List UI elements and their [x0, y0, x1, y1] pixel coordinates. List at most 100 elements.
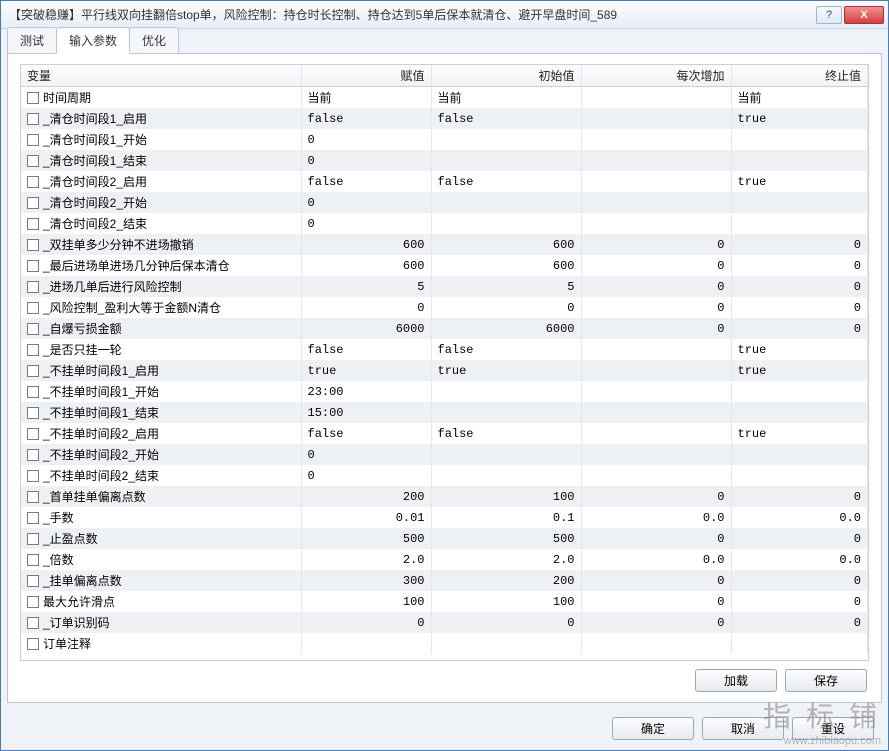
param-value[interactable]: 0	[301, 129, 431, 150]
param-name-cell[interactable]: _清仓时间段2_启用	[21, 171, 301, 192]
param-value[interactable]: 5	[301, 276, 431, 297]
table-row[interactable]: _不挂单时间段1_结束15:00	[21, 402, 868, 423]
param-step[interactable]	[581, 87, 731, 109]
param-initial[interactable]: 当前	[431, 87, 581, 109]
checkbox-icon[interactable]	[27, 575, 39, 587]
param-value[interactable]: 600	[301, 255, 431, 276]
table-row[interactable]: _止盈点数50050000	[21, 528, 868, 549]
param-stop[interactable]: 0	[731, 276, 868, 297]
checkbox-icon[interactable]	[27, 260, 39, 272]
param-value[interactable]: 200	[301, 486, 431, 507]
param-initial[interactable]: 6000	[431, 318, 581, 339]
param-step[interactable]: 0.0	[581, 507, 731, 528]
checkbox-icon[interactable]	[27, 155, 39, 167]
param-step[interactable]	[581, 339, 731, 360]
param-initial[interactable]: 0	[431, 612, 581, 633]
param-step[interactable]	[581, 360, 731, 381]
param-value[interactable]: 0	[301, 213, 431, 234]
checkbox-icon[interactable]	[27, 176, 39, 188]
param-value[interactable]: 100	[301, 591, 431, 612]
param-value[interactable]: 23:00	[301, 381, 431, 402]
param-step[interactable]: 0	[581, 528, 731, 549]
checkbox-icon[interactable]	[27, 554, 39, 566]
param-value[interactable]: 0	[301, 612, 431, 633]
param-stop[interactable]	[731, 402, 868, 423]
param-name-cell[interactable]: _订单识别码	[21, 612, 301, 633]
param-value[interactable]: 600	[301, 234, 431, 255]
close-button[interactable]: X	[844, 6, 884, 24]
col-value[interactable]: 赋值	[301, 65, 431, 87]
tab-inputs[interactable]: 输入参数	[56, 27, 130, 54]
table-row[interactable]: _双挂单多少分钟不进场撤销60060000	[21, 234, 868, 255]
param-initial[interactable]: 100	[431, 486, 581, 507]
checkbox-icon[interactable]	[27, 302, 39, 314]
col-stop[interactable]: 终止值	[731, 65, 868, 87]
param-stop[interactable]	[731, 129, 868, 150]
param-step[interactable]	[581, 633, 731, 654]
param-value[interactable]: false	[301, 423, 431, 444]
col-variable[interactable]: 变量	[21, 65, 301, 87]
param-name-cell[interactable]: _倍数	[21, 549, 301, 570]
param-initial[interactable]: false	[431, 423, 581, 444]
param-step[interactable]	[581, 381, 731, 402]
param-initial[interactable]: 200	[431, 570, 581, 591]
param-value[interactable]: 300	[301, 570, 431, 591]
checkbox-icon[interactable]	[27, 365, 39, 377]
param-stop[interactable]: 0	[731, 297, 868, 318]
param-step[interactable]: 0.0	[581, 549, 731, 570]
param-name-cell[interactable]: 订单注释	[21, 633, 301, 654]
table-row[interactable]: _不挂单时间段2_开始0	[21, 444, 868, 465]
param-stop[interactable]	[731, 381, 868, 402]
load-button[interactable]: 加载	[695, 669, 777, 692]
param-value[interactable]: false	[301, 171, 431, 192]
checkbox-icon[interactable]	[27, 197, 39, 209]
param-initial[interactable]	[431, 213, 581, 234]
param-initial[interactable]: true	[431, 360, 581, 381]
checkbox-icon[interactable]	[27, 92, 39, 104]
table-row[interactable]: _订单识别码0000	[21, 612, 868, 633]
param-stop[interactable]	[731, 213, 868, 234]
table-row[interactable]: _进场几单后进行风险控制5500	[21, 276, 868, 297]
param-name-cell[interactable]: _双挂单多少分钟不进场撤销	[21, 234, 301, 255]
param-step[interactable]: 0	[581, 318, 731, 339]
param-name-cell[interactable]: _清仓时间段2_结束	[21, 213, 301, 234]
param-step[interactable]: 0	[581, 255, 731, 276]
tab-test[interactable]: 测试	[7, 27, 57, 53]
table-row[interactable]: _不挂单时间段1_开始23:00	[21, 381, 868, 402]
param-step[interactable]: 0	[581, 276, 731, 297]
param-name-cell[interactable]: _不挂单时间段2_启用	[21, 423, 301, 444]
param-value[interactable]: 500	[301, 528, 431, 549]
param-value[interactable]	[301, 633, 431, 654]
checkbox-icon[interactable]	[27, 533, 39, 545]
param-initial[interactable]: false	[431, 339, 581, 360]
param-step[interactable]	[581, 150, 731, 171]
checkbox-icon[interactable]	[27, 239, 39, 251]
param-value[interactable]: true	[301, 360, 431, 381]
table-row[interactable]: _自爆亏损金额6000600000	[21, 318, 868, 339]
param-value[interactable]: 0	[301, 444, 431, 465]
param-step[interactable]	[581, 108, 731, 129]
checkbox-icon[interactable]	[27, 386, 39, 398]
checkbox-icon[interactable]	[27, 638, 39, 650]
param-name-cell[interactable]: 最大允许滑点	[21, 591, 301, 612]
param-step[interactable]: 0	[581, 612, 731, 633]
param-name-cell[interactable]: _挂单偏离点数	[21, 570, 301, 591]
param-stop[interactable]: 当前	[731, 87, 868, 109]
param-step[interactable]: 0	[581, 297, 731, 318]
checkbox-icon[interactable]	[27, 113, 39, 125]
param-stop[interactable]: 0.0	[731, 507, 868, 528]
param-initial[interactable]: 600	[431, 234, 581, 255]
param-name-cell[interactable]: _清仓时间段1_结束	[21, 150, 301, 171]
param-initial[interactable]: false	[431, 108, 581, 129]
param-initial[interactable]	[431, 633, 581, 654]
param-stop[interactable]	[731, 192, 868, 213]
table-row[interactable]: _清仓时间段1_启用falsefalsetrue	[21, 108, 868, 129]
cancel-button[interactable]: 取消	[702, 717, 784, 740]
param-stop[interactable]	[731, 150, 868, 171]
param-step[interactable]	[581, 213, 731, 234]
param-stop[interactable]: 0	[731, 486, 868, 507]
checkbox-icon[interactable]	[27, 134, 39, 146]
param-value[interactable]: 6000	[301, 318, 431, 339]
param-stop[interactable]: 0	[731, 591, 868, 612]
table-row[interactable]: _不挂单时间段2_启用falsefalsetrue	[21, 423, 868, 444]
